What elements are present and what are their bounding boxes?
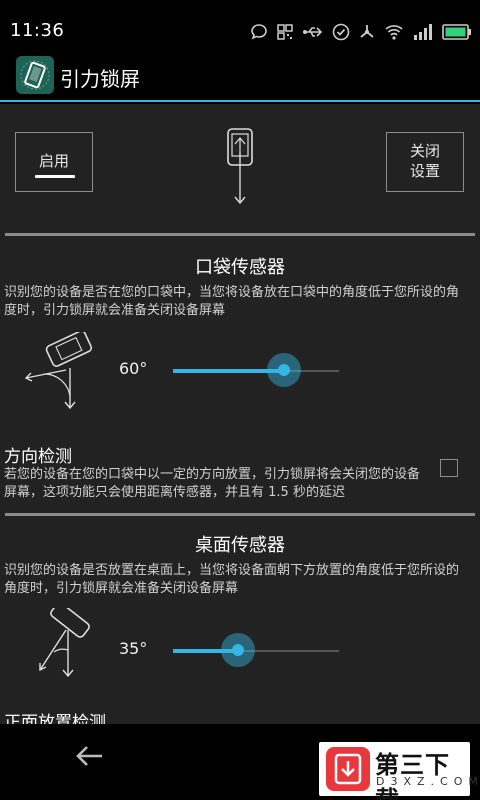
pocket-sensor-description: 识别您的设备是否在您的口袋中，当您将设备放在口袋中的角度低于您所设的角度时，引力…	[4, 285, 460, 318]
table-slider-thumb[interactable]	[221, 633, 255, 667]
app-logo-icon[interactable]	[16, 56, 54, 94]
chat-bubble-icon	[251, 24, 267, 40]
qr-code-icon	[277, 24, 293, 40]
watermark: 第三下载 D3XZ.COM	[319, 742, 478, 800]
action-bar: 引力锁屏	[0, 50, 480, 102]
status-bar: 11:36	[0, 0, 480, 50]
face-up-check-title: 正面放置检测	[4, 713, 106, 724]
table-angle-value: 35°	[119, 639, 148, 658]
pocket-sensor-title: 口袋传感器	[195, 257, 285, 278]
close-settings-label: 关闭 设置	[409, 142, 440, 180]
table-sensor-description: 识别您的设备是否放置在桌面上，当您将设备面朝下方放置的角度低于您所设的角度时，引…	[4, 563, 460, 596]
table-sensor-title: 桌面传感器	[195, 535, 285, 556]
tethering-icon	[360, 25, 374, 38]
watermark-logo-icon	[326, 747, 370, 791]
enable-indicator	[35, 175, 75, 178]
close-settings-button[interactable]: 关闭 设置	[386, 132, 464, 192]
pocket-angle-icon	[24, 332, 93, 410]
action-bar-divider	[0, 100, 480, 102]
orientation-check-checkbox[interactable]	[440, 459, 458, 477]
status-time: 11:36	[10, 20, 65, 41]
signal-icon	[414, 24, 432, 40]
navigation-bar: 第三下载 D3XZ.COM	[0, 724, 480, 800]
watermark-subtext: D3XZ.COM	[376, 775, 480, 788]
check-circle-icon	[332, 23, 350, 41]
usb-icon	[303, 27, 323, 37]
section-divider	[5, 513, 475, 516]
phone-gravity-icon	[227, 128, 253, 205]
wifi-icon	[385, 25, 403, 40]
battery-icon	[442, 24, 471, 40]
enable-button-label: 启用	[38, 152, 69, 170]
pocket-slider-thumb[interactable]	[267, 353, 301, 387]
pocket-angle-value: 60°	[119, 359, 148, 378]
status-icons	[250, 22, 472, 42]
enable-button[interactable]: 启用	[15, 132, 93, 192]
back-arrow-icon[interactable]	[72, 738, 108, 774]
app-title: 引力锁屏	[60, 67, 140, 91]
settings-content[interactable]: 启用 关闭 设置 口袋传感器 识别您的设备是否在您的口袋中，当您将设备放在口袋中…	[0, 104, 480, 724]
orientation-check-description: 若您的设备在您的口袋中以一定的方向放置，引力锁屏将会关闭您的设备屏幕，这项功能只…	[4, 467, 421, 500]
orientation-check-title: 方向检测	[4, 447, 72, 467]
watermark-text: 第三下载	[375, 751, 450, 800]
section-divider	[5, 233, 475, 236]
table-angle-icon	[39, 608, 90, 678]
